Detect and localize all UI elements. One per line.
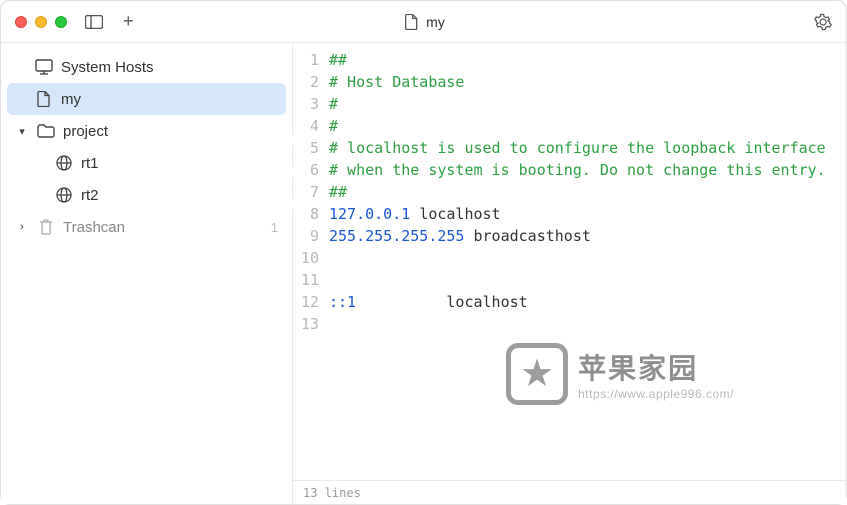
code-line[interactable]: ::1 localhost [329, 291, 846, 313]
sidebar-item-system-hosts[interactable]: System Hosts [7, 51, 286, 83]
trashcan-count: 1 [271, 220, 278, 235]
status-line-count: 13 lines [303, 486, 361, 500]
status-bar: 13 lines [293, 480, 846, 504]
sidebar-item-label: project [63, 123, 270, 140]
window-controls [15, 16, 67, 28]
sidebar-item-my[interactable]: my [7, 83, 286, 115]
maximize-window-button[interactable] [55, 16, 67, 28]
sidebar-item-label: System Hosts [61, 59, 278, 76]
star-icon: ★ [506, 343, 568, 405]
code-line[interactable] [329, 247, 846, 269]
code-line[interactable]: ## [329, 181, 846, 203]
file-icon [402, 13, 420, 31]
sidebar-item-trashcan[interactable]: › Trashcan 1 [7, 211, 286, 243]
watermark-url: https://www.apple996.com/ [578, 387, 734, 401]
sidebar: System Hosts my ▾ project rt1 [1, 43, 293, 504]
chevron-right-icon[interactable]: › [15, 221, 29, 233]
code-line[interactable]: # localhost is used to configure the loo… [329, 137, 846, 159]
minimize-window-button[interactable] [35, 16, 47, 28]
code-line[interactable]: 127.0.0.1 localhost [329, 203, 846, 225]
add-button[interactable]: + [123, 11, 134, 32]
code-line[interactable]: # [329, 115, 846, 137]
main-area: System Hosts my ▾ project rt1 [1, 43, 846, 504]
code-line[interactable]: 255.255.255.255 broadcasthost [329, 225, 846, 247]
settings-button[interactable] [814, 13, 832, 31]
globe-icon [55, 186, 73, 204]
sidebar-item-project[interactable]: ▾ project [7, 115, 286, 147]
toggle-sidebar-button[interactable] [85, 13, 103, 31]
chevron-down-icon[interactable]: ▾ [15, 125, 29, 138]
file-icon [35, 90, 53, 108]
code-line[interactable]: # Host Database [329, 71, 846, 93]
editor-pane: 12345678910111213 ### Host Database### l… [293, 43, 846, 504]
monitor-icon [35, 58, 53, 76]
close-window-button[interactable] [15, 16, 27, 28]
sidebar-item-rt1[interactable]: rt1 [7, 147, 286, 179]
trash-icon [37, 218, 55, 236]
sidebar-item-rt2[interactable]: rt2 [7, 179, 286, 211]
code-line[interactable]: # when the system is booting. Do not cha… [329, 159, 846, 181]
sidebar-item-label: rt1 [81, 155, 270, 172]
titlebar-title: my [426, 14, 445, 30]
code-line[interactable]: # [329, 93, 846, 115]
code-line[interactable] [329, 269, 846, 291]
watermark: ★ 苹果家园 https://www.apple996.com/ [506, 343, 734, 405]
code-line[interactable] [329, 313, 846, 335]
globe-icon [55, 154, 73, 172]
titlebar: + my [1, 1, 846, 43]
code-lines[interactable]: ### Host Database### localhost is used t… [327, 49, 846, 480]
code-editor[interactable]: 12345678910111213 ### Host Database### l… [293, 43, 846, 480]
sidebar-item-label: rt2 [81, 187, 270, 204]
code-line[interactable]: ## [329, 49, 846, 71]
folder-icon [37, 122, 55, 140]
sidebar-item-label: my [61, 91, 270, 108]
watermark-text: 苹果家园 [578, 347, 734, 387]
sidebar-item-label: Trashcan [63, 219, 259, 236]
titlebar-title-group: my [402, 13, 445, 31]
